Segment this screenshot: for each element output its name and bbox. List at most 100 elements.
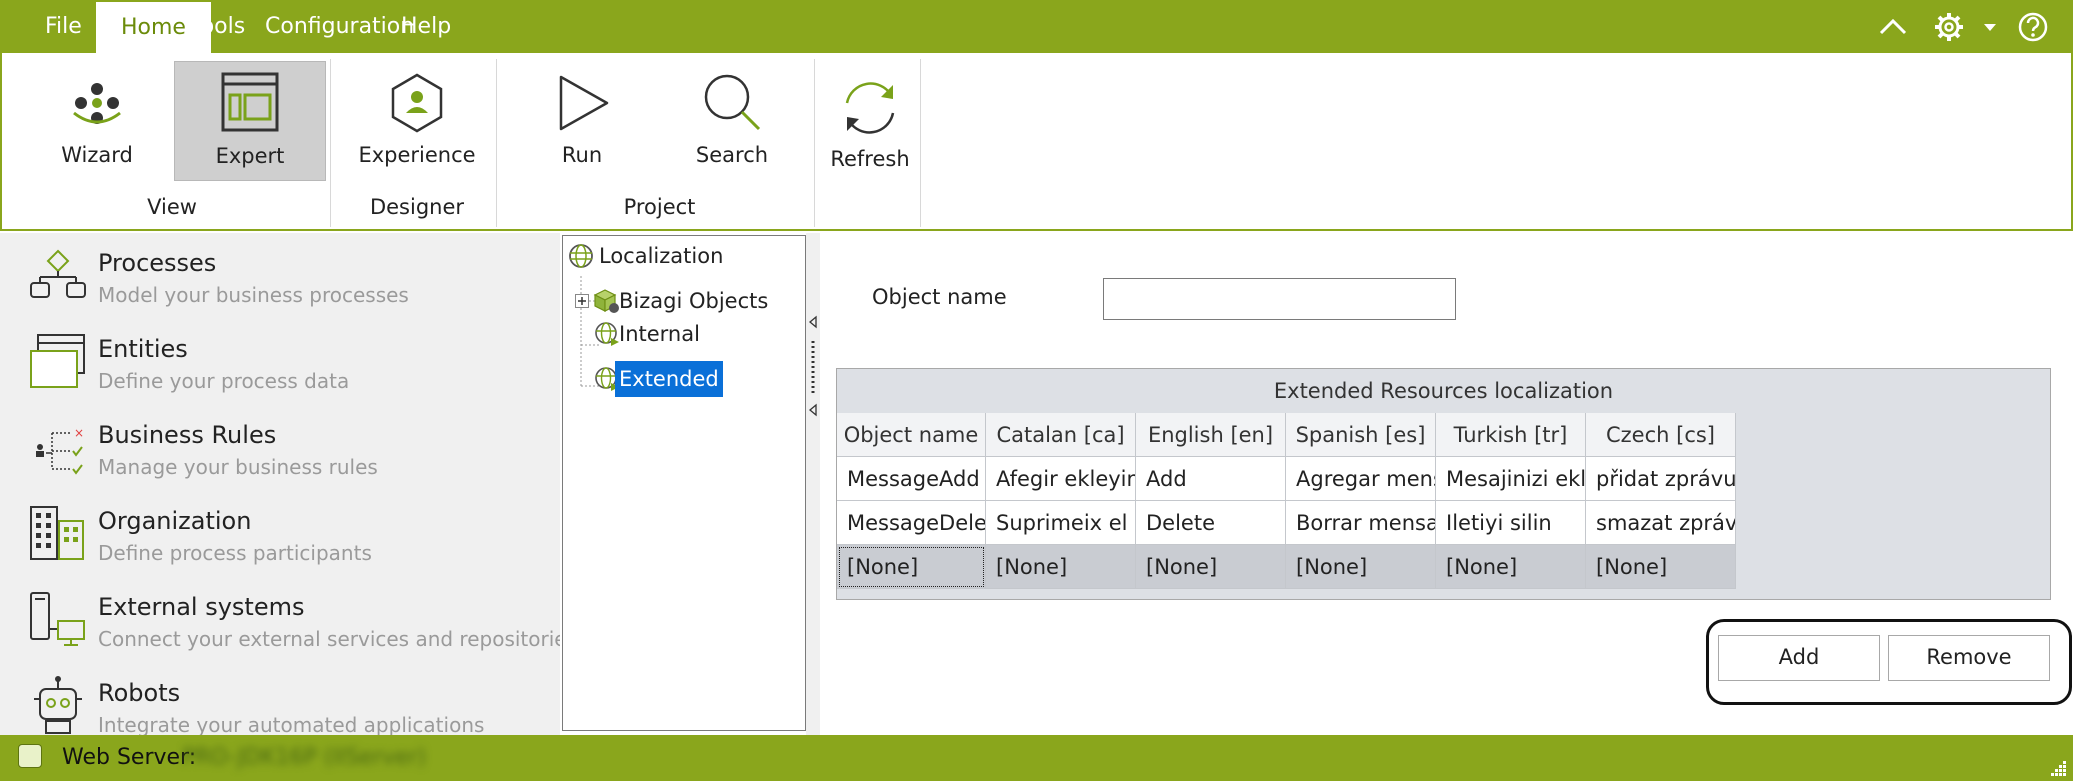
grid-cell[interactable]: přidat zprávu (1586, 457, 1736, 501)
status-bar: Web Server: PRO-JDK16P (IIServer) (0, 735, 2073, 781)
web-server-value: PRO-JDK16P (IIServer) (182, 745, 427, 770)
nav-item-organization[interactable]: Organization Define process participants (0, 491, 560, 577)
nav-title: Business Rules (98, 421, 277, 449)
grid-cell[interactable]: Mesajinizi ekleyin (1436, 457, 1586, 501)
menu-bar: File Home Tools Configuration Help (0, 0, 2073, 53)
entities-icon (30, 334, 85, 388)
nav-item-external-systems[interactable]: External systems Connect your external s… (0, 577, 560, 663)
run-label: Run (561, 143, 603, 167)
splitter-grip-icon (808, 315, 817, 417)
nav-title: Organization (98, 507, 252, 535)
ribbon-divider (814, 59, 815, 227)
nav-subtitle: Connect your external services and repos… (98, 627, 560, 651)
grid-caption: Extended Resources localization (1273, 379, 1614, 403)
process-flow-icon (30, 249, 86, 298)
wizard-label: Wizard (61, 143, 133, 167)
search-button[interactable]: Search (682, 63, 782, 175)
resize-grip-icon[interactable] (2047, 757, 2067, 777)
grid-cell-new[interactable]: [None] (1586, 545, 1736, 589)
search-label: Search (695, 143, 769, 167)
globe-icon (569, 244, 593, 268)
object-name-input[interactable] (1103, 278, 1456, 320)
group-designer-label: Designer (369, 195, 465, 219)
panel-splitter[interactable] (806, 233, 820, 735)
nav-subtitle: Define process participants (98, 541, 372, 565)
tree-label: Bizagi Objects (619, 289, 769, 313)
grid-cell[interactable]: Delete (1136, 501, 1286, 545)
object-name-label: Object name (872, 285, 1007, 309)
grid-cell[interactable]: Iletiyi silin (1436, 501, 1586, 545)
column-header[interactable]: Turkish [tr] (1436, 413, 1586, 457)
grid-cell-new[interactable]: [None] (1136, 545, 1286, 589)
add-button[interactable]: Add (1718, 635, 1880, 681)
nav-subtitle: Model your business processes (98, 283, 409, 307)
column-header[interactable]: Spanish [es] (1286, 413, 1436, 457)
grid-cell-new[interactable]: [None] (1286, 545, 1436, 589)
wizard-icon (73, 83, 121, 124)
refresh-label: Refresh (830, 147, 910, 171)
column-header[interactable]: Object name (837, 413, 986, 457)
experience-icon (391, 73, 443, 133)
group-project-label: Project (623, 195, 696, 219)
dropdown-arrow-icon[interactable] (1980, 10, 2000, 44)
business-rules-icon: × (36, 426, 84, 475)
grid-cell[interactable]: MessageDelete (837, 501, 986, 545)
tree-label: Internal (619, 322, 700, 346)
robot-icon (34, 676, 82, 734)
nav-title: Robots (98, 679, 181, 707)
column-header[interactable]: English [en] (1136, 413, 1286, 457)
nav-item-business-rules[interactable]: × Business Rules Manage your business ru… (0, 405, 560, 491)
external-systems-icon (30, 592, 85, 646)
localization-grid: Extended Resources localization Object n… (836, 368, 2051, 600)
nav-subtitle: Define your process data (98, 369, 350, 393)
grid-cell[interactable]: Suprimeix el mix (986, 501, 1136, 545)
server-status-icon (18, 744, 42, 768)
refresh-icon (845, 82, 895, 134)
play-icon (559, 75, 609, 131)
expert-icon (221, 72, 279, 132)
nav-item-entities[interactable]: Entities Define your process data (0, 319, 560, 405)
wizard-button[interactable]: Wizard (42, 63, 152, 175)
column-header[interactable]: Catalan [ca] (986, 413, 1136, 457)
grid-cell[interactable]: Add (1136, 457, 1286, 501)
refresh-button[interactable]: Refresh (824, 67, 916, 179)
nav-subtitle: Manage your business rules (98, 455, 378, 479)
grid-cell[interactable]: Borrar mensaje (1286, 501, 1436, 545)
grid-cell[interactable]: Afegir ekleyin (986, 457, 1136, 501)
expert-button[interactable]: Expert (174, 61, 326, 181)
nav-subtitle: Integrate your automated applications (98, 713, 485, 735)
expert-label: Expert (215, 144, 285, 168)
column-header[interactable]: Czech [cs] (1586, 413, 1736, 457)
expand-plus-icon (575, 294, 589, 308)
grid-cell[interactable]: smazat zprávu (1586, 501, 1736, 545)
svg-text:×: × (74, 426, 84, 440)
main-content: Object name Extended Resources localizat… (820, 233, 2073, 735)
ribbon-divider (920, 59, 921, 227)
remove-button[interactable]: Remove (1888, 635, 2050, 681)
grid-cell[interactable]: MessageAdd (837, 457, 986, 501)
experience-button[interactable]: Experience (352, 63, 482, 175)
menu-file[interactable]: File (20, 0, 107, 53)
grid-cell[interactable]: Agregar mensaje (1286, 457, 1436, 501)
localization-tree: Localization Bizagi Objects Internal Ext… (562, 235, 806, 731)
collapse-ribbon-icon[interactable] (1876, 10, 1910, 44)
web-server-label: Web Server: (62, 745, 197, 770)
nav-title: External systems (98, 593, 305, 621)
grid-cell-new[interactable]: [None] (1436, 545, 1586, 589)
nav-title: Processes (98, 249, 217, 277)
ribbon: Wizard Expert View Experience Designer R… (0, 53, 2073, 231)
nav-item-robots[interactable]: Robots Integrate your automated applicat… (0, 663, 560, 735)
ribbon-divider (496, 59, 497, 227)
ribbon-divider (330, 59, 331, 227)
menu-help[interactable]: Help (376, 0, 476, 53)
tree-label: Localization (599, 244, 724, 268)
run-button[interactable]: Run (532, 63, 632, 175)
grid-cell-new[interactable]: [None] (986, 545, 1136, 589)
organization-icon (30, 506, 84, 560)
nav-item-processes[interactable]: Processes Model your business processes (0, 233, 560, 319)
help-icon[interactable] (2016, 10, 2050, 44)
nav-title: Entities (98, 335, 188, 363)
grid-cell-new[interactable]: [None] (837, 545, 986, 589)
left-navigation: Processes Model your business processes … (0, 233, 560, 735)
gear-icon[interactable] (1932, 10, 1966, 44)
